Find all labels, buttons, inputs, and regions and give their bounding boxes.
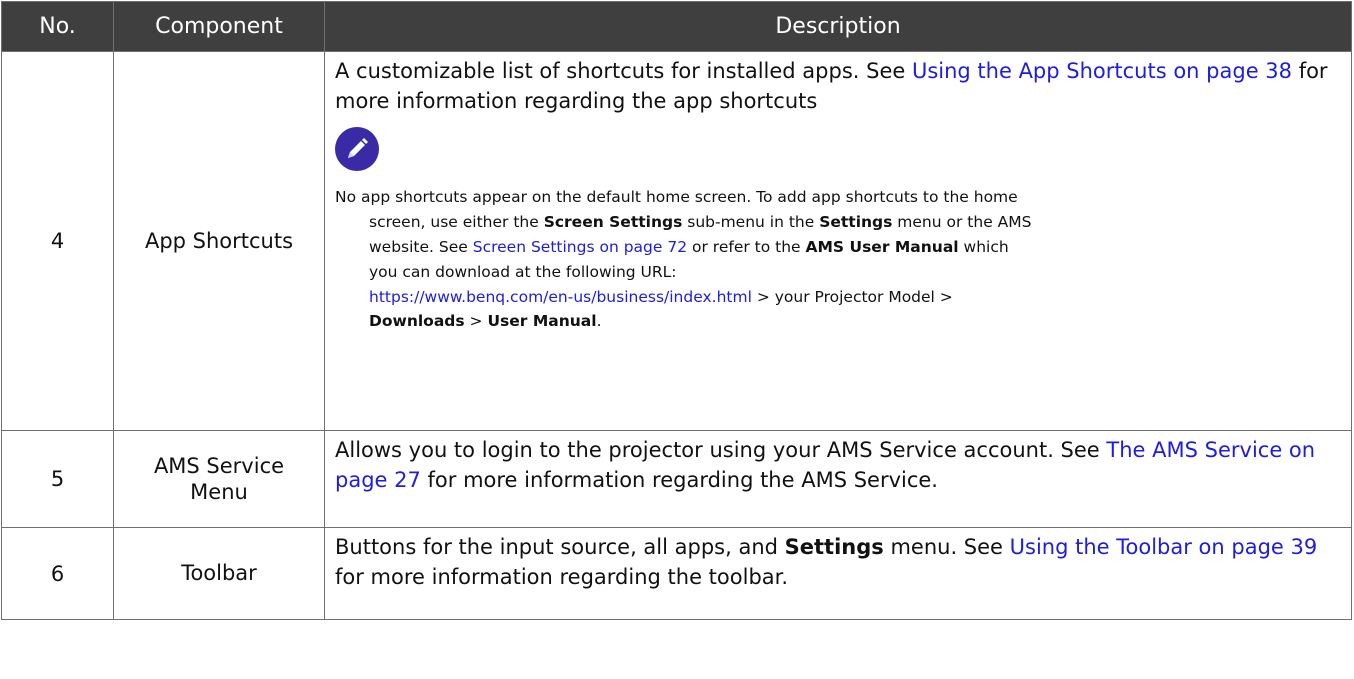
note-text: No app shortcuts appear on the default h… xyxy=(335,188,1032,331)
component-name: Toolbar xyxy=(113,527,325,620)
description-cell: A customizable list of shortcuts for ins… xyxy=(324,51,1352,431)
row-number: 6 xyxy=(1,527,114,620)
url-link[interactable]: https://www.benq.com/en-us/business/inde… xyxy=(369,288,752,306)
header-description: Description xyxy=(324,1,1352,52)
table-row: 4 App Shortcuts A customizable list of s… xyxy=(1,51,1352,431)
component-name: App Shortcuts xyxy=(113,51,325,431)
description-text: Buttons for the input source, all apps, … xyxy=(335,535,1318,590)
description-text: Allows you to login to the projector usi… xyxy=(335,438,1316,493)
page-link[interactable]: Using the App Shortcuts on page 38 xyxy=(912,59,1292,83)
page-link[interactable]: Using the Toolbar on page 39 xyxy=(1010,535,1318,559)
description-cell: Buttons for the input source, all apps, … xyxy=(324,527,1352,620)
component-name: AMS Service Menu xyxy=(113,430,325,528)
header-no: No. xyxy=(1,1,114,52)
description-text: A customizable list of shortcuts for ins… xyxy=(335,59,1328,114)
pencil-note-icon xyxy=(335,126,379,171)
row-number: 5 xyxy=(1,430,114,528)
table-header-row: No. Component Description xyxy=(1,1,1352,52)
component-table: No. Component Description 4 App Shortcut… xyxy=(1,1,1352,620)
table-row: 6 Toolbar Buttons for the input source, … xyxy=(1,527,1352,620)
row-number: 4 xyxy=(1,51,114,431)
table-row: 5 AMS Service Menu Allows you to login t… xyxy=(1,430,1352,528)
description-cell: Allows you to login to the projector usi… xyxy=(324,430,1352,528)
header-component: Component xyxy=(113,1,325,52)
page-link[interactable]: Screen Settings on page 72 xyxy=(473,238,687,256)
